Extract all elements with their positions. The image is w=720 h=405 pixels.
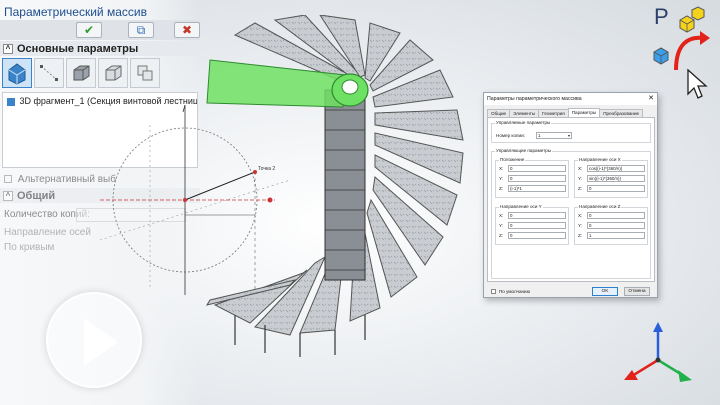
preview-button[interactable]: ⧉ <box>128 22 154 38</box>
yellow-cube-icon-2 <box>691 6 705 21</box>
product-logo: P <box>640 2 718 102</box>
tab-parameters[interactable]: Параметры <box>567 108 601 117</box>
group-axis-y: Направление оси Y X: 0 Y: 0 Z: 0 <box>495 204 569 245</box>
panel-toolbar: ✔ ⧉ ✖ <box>0 20 200 40</box>
pos-z-input[interactable]: (i-1)*1 <box>508 185 566 192</box>
axis-x-x-label: X: <box>578 166 583 171</box>
axis-z-y-label: Y: <box>578 223 583 228</box>
axis-x-y-label: Y: <box>578 176 583 181</box>
group-axis-x: Направление оси X X: cos((i-1)*(360/n)) … <box>574 157 648 198</box>
mode-icons <box>2 58 160 88</box>
position-title: Положение <box>499 157 526 162</box>
axis-z-x-input[interactable]: 0 <box>587 212 645 219</box>
spiral-staircase <box>205 15 464 357</box>
play-icon <box>84 318 118 366</box>
axis-y-y-input[interactable]: 0 <box>508 222 566 229</box>
central-column <box>324 89 366 281</box>
pos-y-label: Y: <box>499 176 504 181</box>
group-controlled-label: Управляемые параметры <box>495 120 552 125</box>
axis-z-x-label: X: <box>578 213 583 218</box>
red-arrowhead-icon <box>700 31 710 45</box>
ok-button[interactable]: ✔ <box>76 22 102 38</box>
pos-x-input[interactable]: 0 <box>508 165 566 172</box>
yellow-cube-icon <box>679 15 695 33</box>
axis-x-y-input[interactable]: sin((i-1)*(360/n)) <box>587 175 645 182</box>
play-button[interactable] <box>46 292 142 388</box>
axis-y-x-label: X: <box>499 213 504 218</box>
sketch-origin-point <box>183 198 187 202</box>
axis-z-y-input[interactable]: 0 <box>587 222 645 229</box>
fragment-icon <box>7 97 15 106</box>
section-general-label: Общий <box>17 189 56 202</box>
copy-number-label: Номер копии: <box>496 133 525 138</box>
axis-x-title: Направление оси X <box>578 157 622 162</box>
axis-y-title: Направление оси Y <box>499 204 543 209</box>
section-main-params[interactable]: ^ Основные параметры <box>0 41 200 56</box>
mode-solid-icon[interactable] <box>2 58 32 88</box>
group-controlled: Управляемые параметры Номер копии: 1 <box>491 120 651 143</box>
mode-box-icon[interactable] <box>66 58 96 88</box>
axis-z-z-input[interactable]: 1 <box>587 232 645 239</box>
default-checkbox[interactable] <box>491 289 496 294</box>
hub-hole <box>341 79 359 95</box>
axis-x-z-label: Z: <box>578 186 583 191</box>
cursor-icon <box>687 68 708 99</box>
mode-surface-icon[interactable] <box>98 58 128 88</box>
dialog-cancel-button[interactable]: Отмена <box>624 287 650 296</box>
group-driving-label: Управляющие параметры <box>495 148 553 153</box>
copy-number-select[interactable]: 1 <box>536 132 572 139</box>
panel-title: Параметрический массив <box>4 5 147 19</box>
axis-triad-icon <box>624 322 692 382</box>
collapse-icon: ^ <box>3 43 13 54</box>
parametric-array-dialog: Параметры параметрического массива ✕ Общ… <box>483 92 658 298</box>
pos-y-input[interactable]: 0 <box>508 175 566 182</box>
red-arrow-icon <box>674 35 705 71</box>
axis-x-x-input[interactable]: cos((i-1)*(360/n)) <box>587 165 645 172</box>
section-main-label: Основные параметры <box>17 42 139 55</box>
axis-x-z-input[interactable]: 0 <box>587 185 645 192</box>
dialog-body: Управляемые параметры Номер копии: 1 Упр… <box>487 117 655 282</box>
axis-y-z-input[interactable]: 0 <box>508 232 566 239</box>
logo-graphic <box>653 6 710 99</box>
axis-y-y-label: Y: <box>499 223 504 228</box>
axis-y-z-label: Z: <box>499 233 504 238</box>
group-driving: Управляющие параметры Положение X: 0 Y: … <box>491 148 651 279</box>
group-position: Положение X: 0 Y: 0 Z: (i-1)*1 <box>495 157 569 198</box>
fill-label: По кривым <box>4 242 55 253</box>
dialog-title: Параметры параметрического массива <box>484 93 657 105</box>
pos-x-label: X: <box>499 166 504 171</box>
alt-checkbox[interactable] <box>4 175 12 184</box>
blue-cube-icon <box>653 47 669 65</box>
axis-z-z-label: Z: <box>578 233 583 238</box>
mode-assembly-icon[interactable] <box>130 58 160 88</box>
mode-curve-icon[interactable] <box>34 58 64 88</box>
pos-z-label: Z: <box>499 186 504 191</box>
axis-y-x-input[interactable]: 0 <box>508 212 566 219</box>
group-axis-z: Направление оси Z X: 0 Y: 0 Z: 1 <box>574 204 648 245</box>
axis-z-title: Направление оси Z <box>578 204 622 209</box>
direction-label: Направление осей <box>4 227 91 238</box>
collapse-icon: ^ <box>3 190 13 201</box>
default-label: По умолчанию <box>499 289 531 294</box>
dialog-ok-button[interactable]: OK <box>592 287 618 296</box>
bottom-supports <box>234 315 366 357</box>
